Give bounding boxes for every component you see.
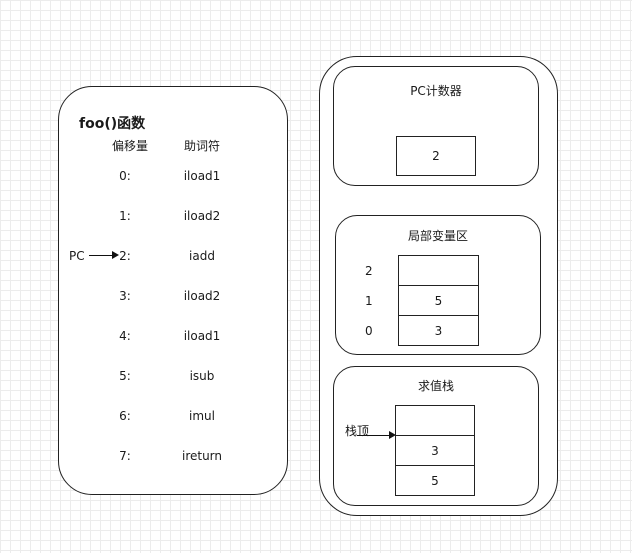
instr-1: iload2	[183, 209, 221, 223]
local-slot-index-1: 1	[365, 294, 373, 308]
local-slot-index-2: 2	[365, 264, 373, 278]
pc-counter-value-box: 2	[396, 136, 476, 176]
stack-top-arrow-head	[389, 431, 396, 439]
stack-top-arrow-line	[357, 435, 389, 436]
stack-cell-value-1: 3	[431, 443, 439, 458]
local-slot-0: 3	[398, 315, 479, 346]
mnemonic-column-header: 助词符	[183, 139, 220, 153]
instr-5: isub	[189, 369, 215, 383]
instr-6: imul	[189, 409, 215, 423]
stack-cell-top	[395, 405, 475, 436]
stack-cell-middle: 3	[395, 435, 475, 466]
pc-counter-title: PC计数器	[410, 84, 462, 98]
offset-3: 3:	[119, 289, 131, 303]
local-slot-value-0: 3	[434, 323, 443, 338]
local-slot-index-0: 0	[365, 324, 373, 338]
instr-2: iadd	[189, 249, 215, 263]
pc-pointer-label: PC	[69, 249, 85, 263]
offset-6: 6:	[119, 409, 131, 423]
offset-1: 1:	[119, 209, 131, 223]
function-title: foo()函数	[79, 116, 146, 132]
offset-7: 7:	[119, 449, 131, 463]
instr-4: iload1	[183, 329, 221, 343]
local-slot-1: 5	[398, 285, 479, 316]
local-slot-value-1: 5	[434, 293, 443, 308]
stack-cell-bottom: 5	[395, 465, 475, 496]
instr-3: iload2	[183, 289, 221, 303]
instr-0: iload1	[183, 169, 221, 183]
operand-stack-title: 求值栈	[417, 379, 454, 393]
stack-cell-value-2: 5	[431, 473, 439, 488]
offset-0: 0:	[119, 169, 131, 183]
pc-pointer-arrow-head	[112, 251, 119, 259]
offset-5: 5:	[119, 369, 131, 383]
offset-column-header: 偏移量	[111, 139, 148, 153]
local-vars-title: 局部变量区	[407, 229, 468, 243]
instr-7: ireturn	[181, 449, 223, 463]
local-slot-2	[398, 255, 479, 286]
pc-counter-value: 2	[432, 149, 440, 163]
offset-2: 2:	[119, 249, 131, 263]
offset-4: 4:	[119, 329, 131, 343]
pc-pointer-arrow-line	[89, 255, 113, 256]
